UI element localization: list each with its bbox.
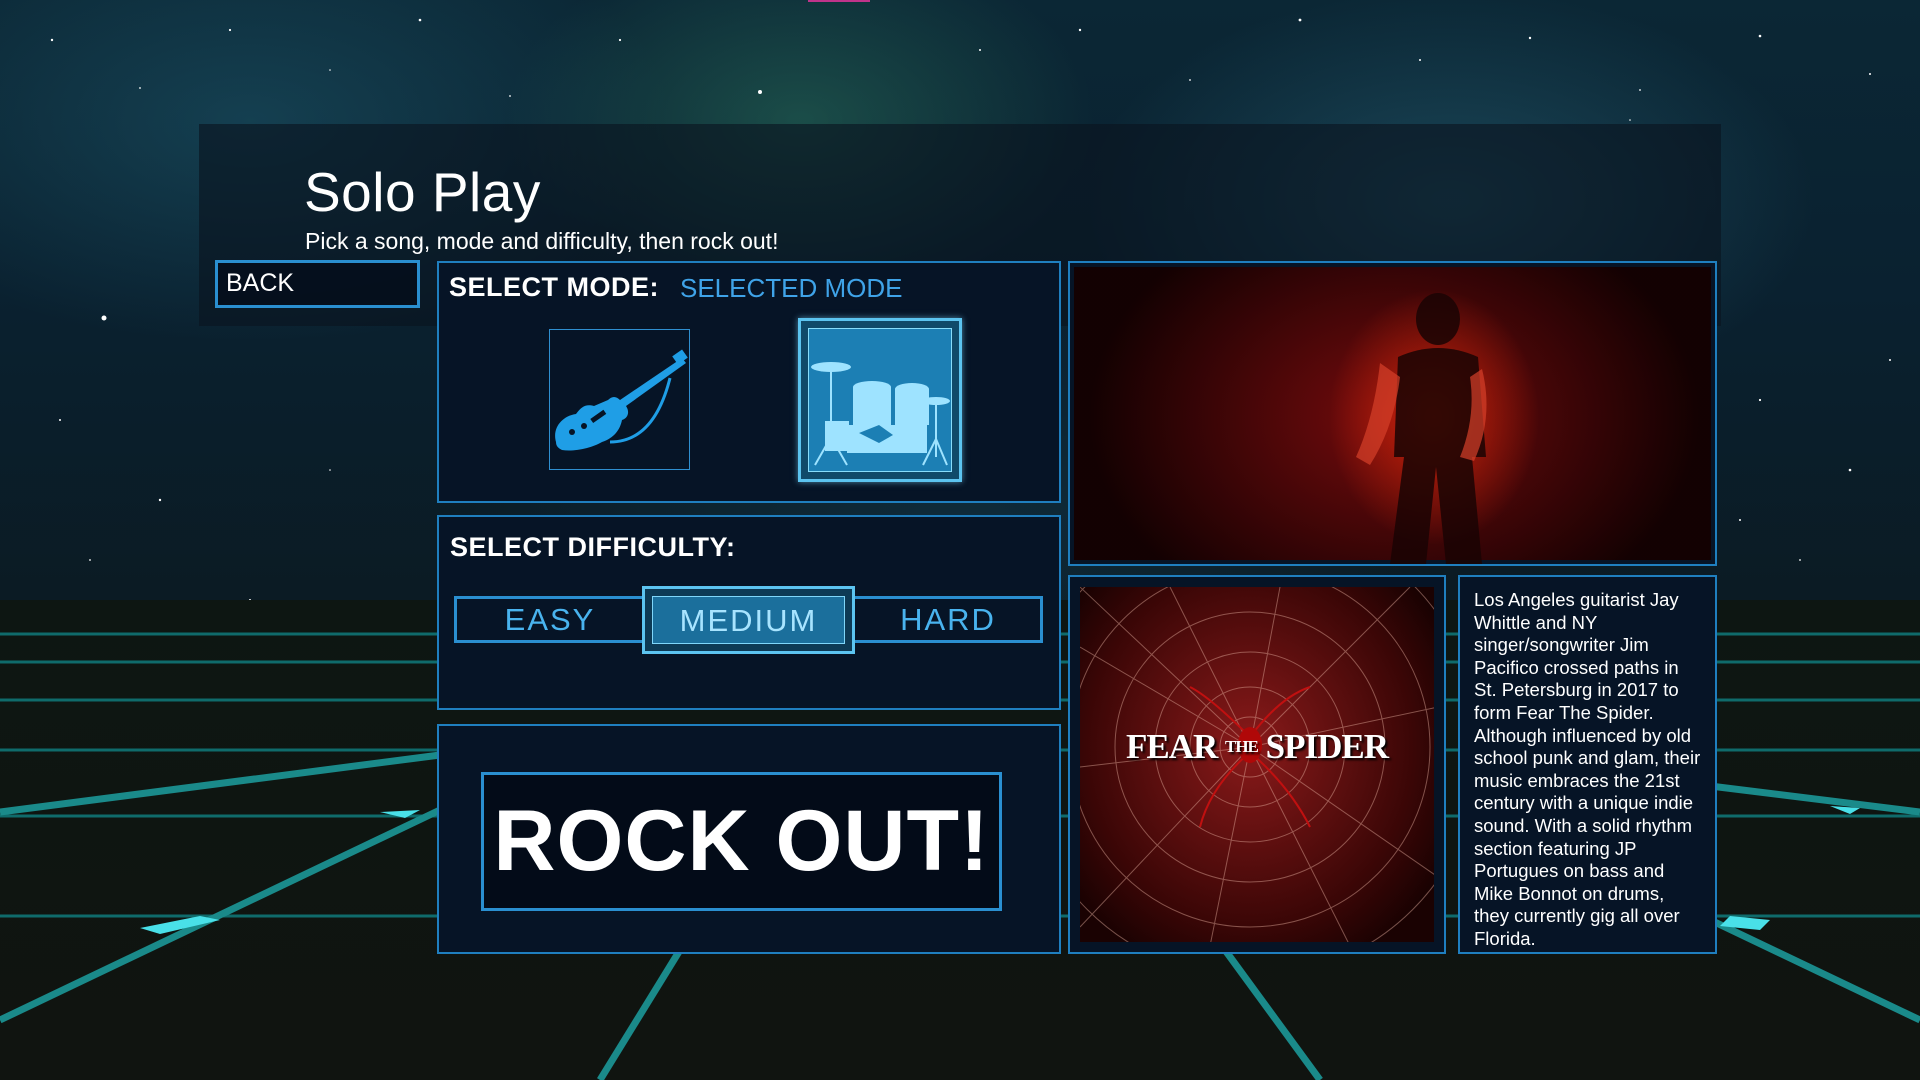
drums-icon xyxy=(811,362,950,466)
performer-silhouette xyxy=(1356,293,1487,564)
page-title: Solo Play xyxy=(304,161,541,223)
difficulty-medium-label: MEDIUM xyxy=(652,596,845,644)
guitar-icon xyxy=(555,349,688,451)
difficulty-hard-button[interactable]: HARD xyxy=(853,596,1043,643)
video-frame xyxy=(1074,267,1711,564)
guitar-mode-button[interactable] xyxy=(549,329,690,470)
back-button[interactable]: BACK xyxy=(215,260,420,308)
difficulty-easy-button[interactable]: EASY xyxy=(454,596,646,643)
drums-mode-button[interactable] xyxy=(798,318,962,482)
album-art-image: FEAR THE SPIDER xyxy=(1080,587,1434,942)
band-description: Los Angeles guitarist Jay Whittle and NY… xyxy=(1474,589,1701,949)
band-description-panel: Los Angeles guitarist Jay Whittle and NY… xyxy=(1458,575,1717,954)
top-accent-bar xyxy=(808,0,870,2)
band-logo: FEAR THE SPIDER xyxy=(1125,727,1389,766)
difficulty-medium-button[interactable]: MEDIUM xyxy=(642,586,855,654)
select-difficulty-label: SELECT DIFFICULTY: xyxy=(450,532,736,562)
album-art: FEAR THE SPIDER xyxy=(1068,575,1446,954)
selected-mode-label: SELECTED MODE xyxy=(680,273,903,303)
page-subtitle: Pick a song, mode and difficulty, then r… xyxy=(305,228,779,254)
select-mode-label: SELECT MODE: xyxy=(449,272,660,302)
song-video-preview xyxy=(1068,261,1717,566)
rock-out-button[interactable]: ROCK OUT! xyxy=(481,772,1002,911)
